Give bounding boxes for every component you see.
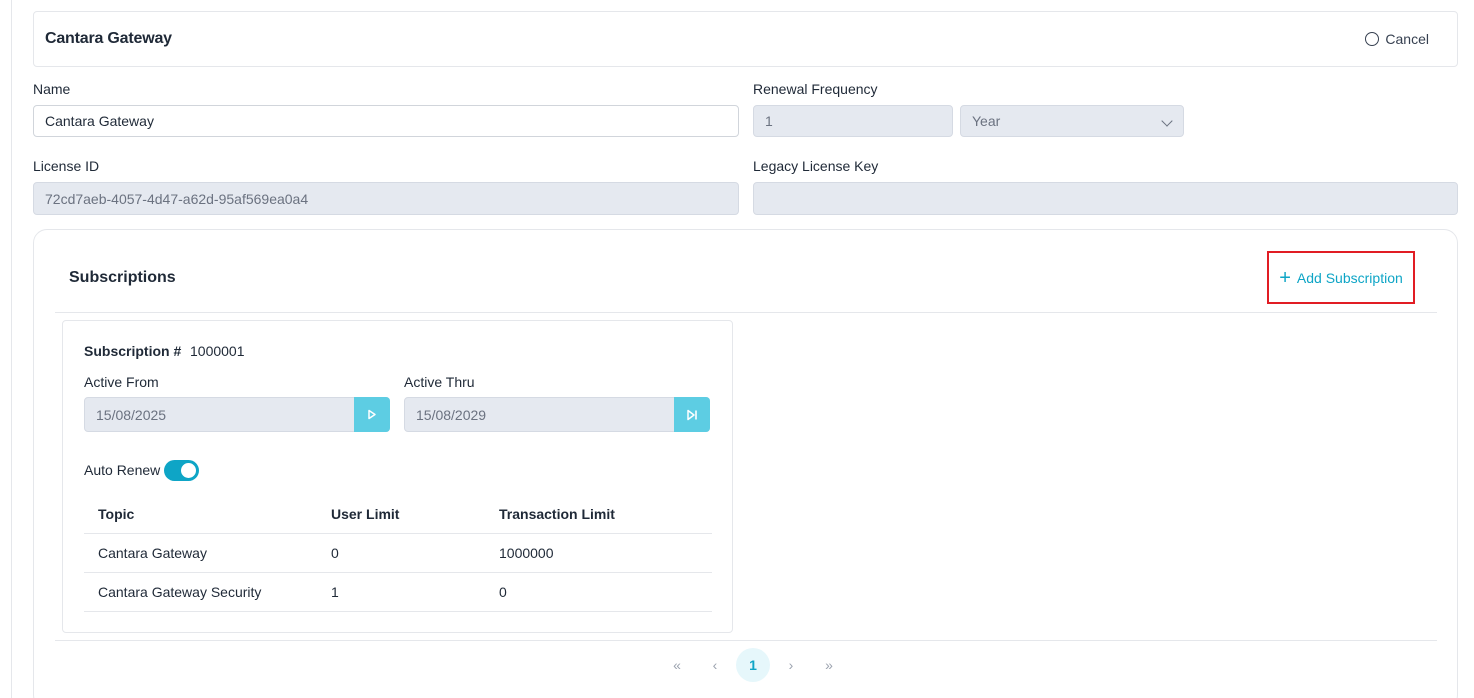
transaction-limit-cell: 0	[499, 584, 507, 600]
skip-forward-icon[interactable]	[674, 397, 710, 432]
circle-icon	[1365, 32, 1380, 46]
license-id-label: License ID	[33, 158, 100, 174]
active-thru-label: Active Thru	[404, 374, 475, 390]
renewal-frequency-label: Renewal Frequency	[753, 81, 878, 97]
legacy-license-key-label: Legacy License Key	[753, 158, 879, 174]
next-page-icon[interactable]: ›	[772, 648, 810, 682]
topic-cell: Cantara Gateway	[98, 545, 207, 561]
subscriptions-title: Subscriptions	[69, 269, 176, 286]
subscriptions-card: Subscriptions + Add Subscription Subscri…	[33, 229, 1458, 698]
subscription-topics-table: Topic User Limit Transaction Limit Canta…	[84, 494, 712, 612]
active-thru-value: 15/08/2029	[416, 406, 487, 423]
license-edit-page: Cantara Gateway Cancel Name Cantara Gate…	[0, 0, 1474, 698]
topic-cell: Cantara Gateway Security	[98, 584, 262, 600]
add-subscription-button[interactable]: + Add Subscription	[1267, 251, 1415, 304]
divider	[55, 312, 1437, 313]
table-row: Cantara Gateway 0 1000000	[84, 534, 712, 573]
legacy-license-key-input[interactable]	[753, 182, 1458, 215]
renewal-number-input[interactable]: 1	[753, 105, 953, 137]
header-user-limit: User Limit	[331, 505, 400, 522]
divider	[55, 640, 1437, 641]
name-label: Name	[33, 81, 71, 97]
first-page-icon[interactable]: «	[658, 648, 696, 682]
subscription-number-label: Subscription #	[84, 343, 182, 359]
table-header-row: Topic User Limit Transaction Limit	[84, 494, 712, 534]
user-limit-cell: 1	[331, 584, 339, 600]
user-limit-cell: 0	[331, 545, 339, 561]
renewal-unit-value: Year	[972, 113, 1001, 129]
page-1-button[interactable]: 1	[736, 648, 770, 682]
page-title: Cantara Gateway	[45, 30, 172, 47]
play-icon[interactable]	[354, 397, 390, 432]
table-row: Cantara Gateway Security 1 0	[84, 573, 712, 612]
subscription-card: Subscription # 1000001 Active From 15/08…	[62, 320, 733, 633]
cancel-button[interactable]: Cancel	[1365, 31, 1429, 47]
active-from-input[interactable]: 15/08/2025	[84, 397, 390, 432]
active-from-label: Active From	[84, 374, 159, 390]
renewal-unit-select[interactable]: Year	[960, 105, 1184, 137]
active-from-value: 15/08/2025	[96, 406, 167, 423]
last-page-icon[interactable]: »	[810, 648, 848, 682]
pagination: « ‹ 1 › »	[658, 648, 848, 682]
toggle-knob	[181, 463, 196, 478]
auto-renew-toggle[interactable]	[164, 460, 199, 481]
license-id-input[interactable]: 72cd7aeb-4057-4d47-a62d-95af569ea0a4	[33, 182, 739, 215]
prev-page-icon[interactable]: ‹	[696, 648, 734, 682]
auto-renew-label: Auto Renew	[84, 462, 161, 478]
header-topic: Topic	[98, 505, 135, 522]
cancel-label: Cancel	[1385, 31, 1429, 47]
transaction-limit-cell: 1000000	[499, 545, 554, 561]
chevron-down-icon	[1161, 115, 1173, 127]
active-thru-input[interactable]: 15/08/2029	[404, 397, 710, 432]
subscription-number: 1000001	[190, 343, 245, 359]
header-card: Cantara Gateway Cancel	[33, 11, 1458, 67]
add-subscription-label: Add Subscription	[1296, 269, 1403, 286]
plus-icon: +	[1279, 266, 1291, 289]
header-transaction-limit: Transaction Limit	[499, 505, 615, 522]
sidebar-divider	[11, 0, 12, 698]
name-input[interactable]: Cantara Gateway	[33, 105, 739, 137]
